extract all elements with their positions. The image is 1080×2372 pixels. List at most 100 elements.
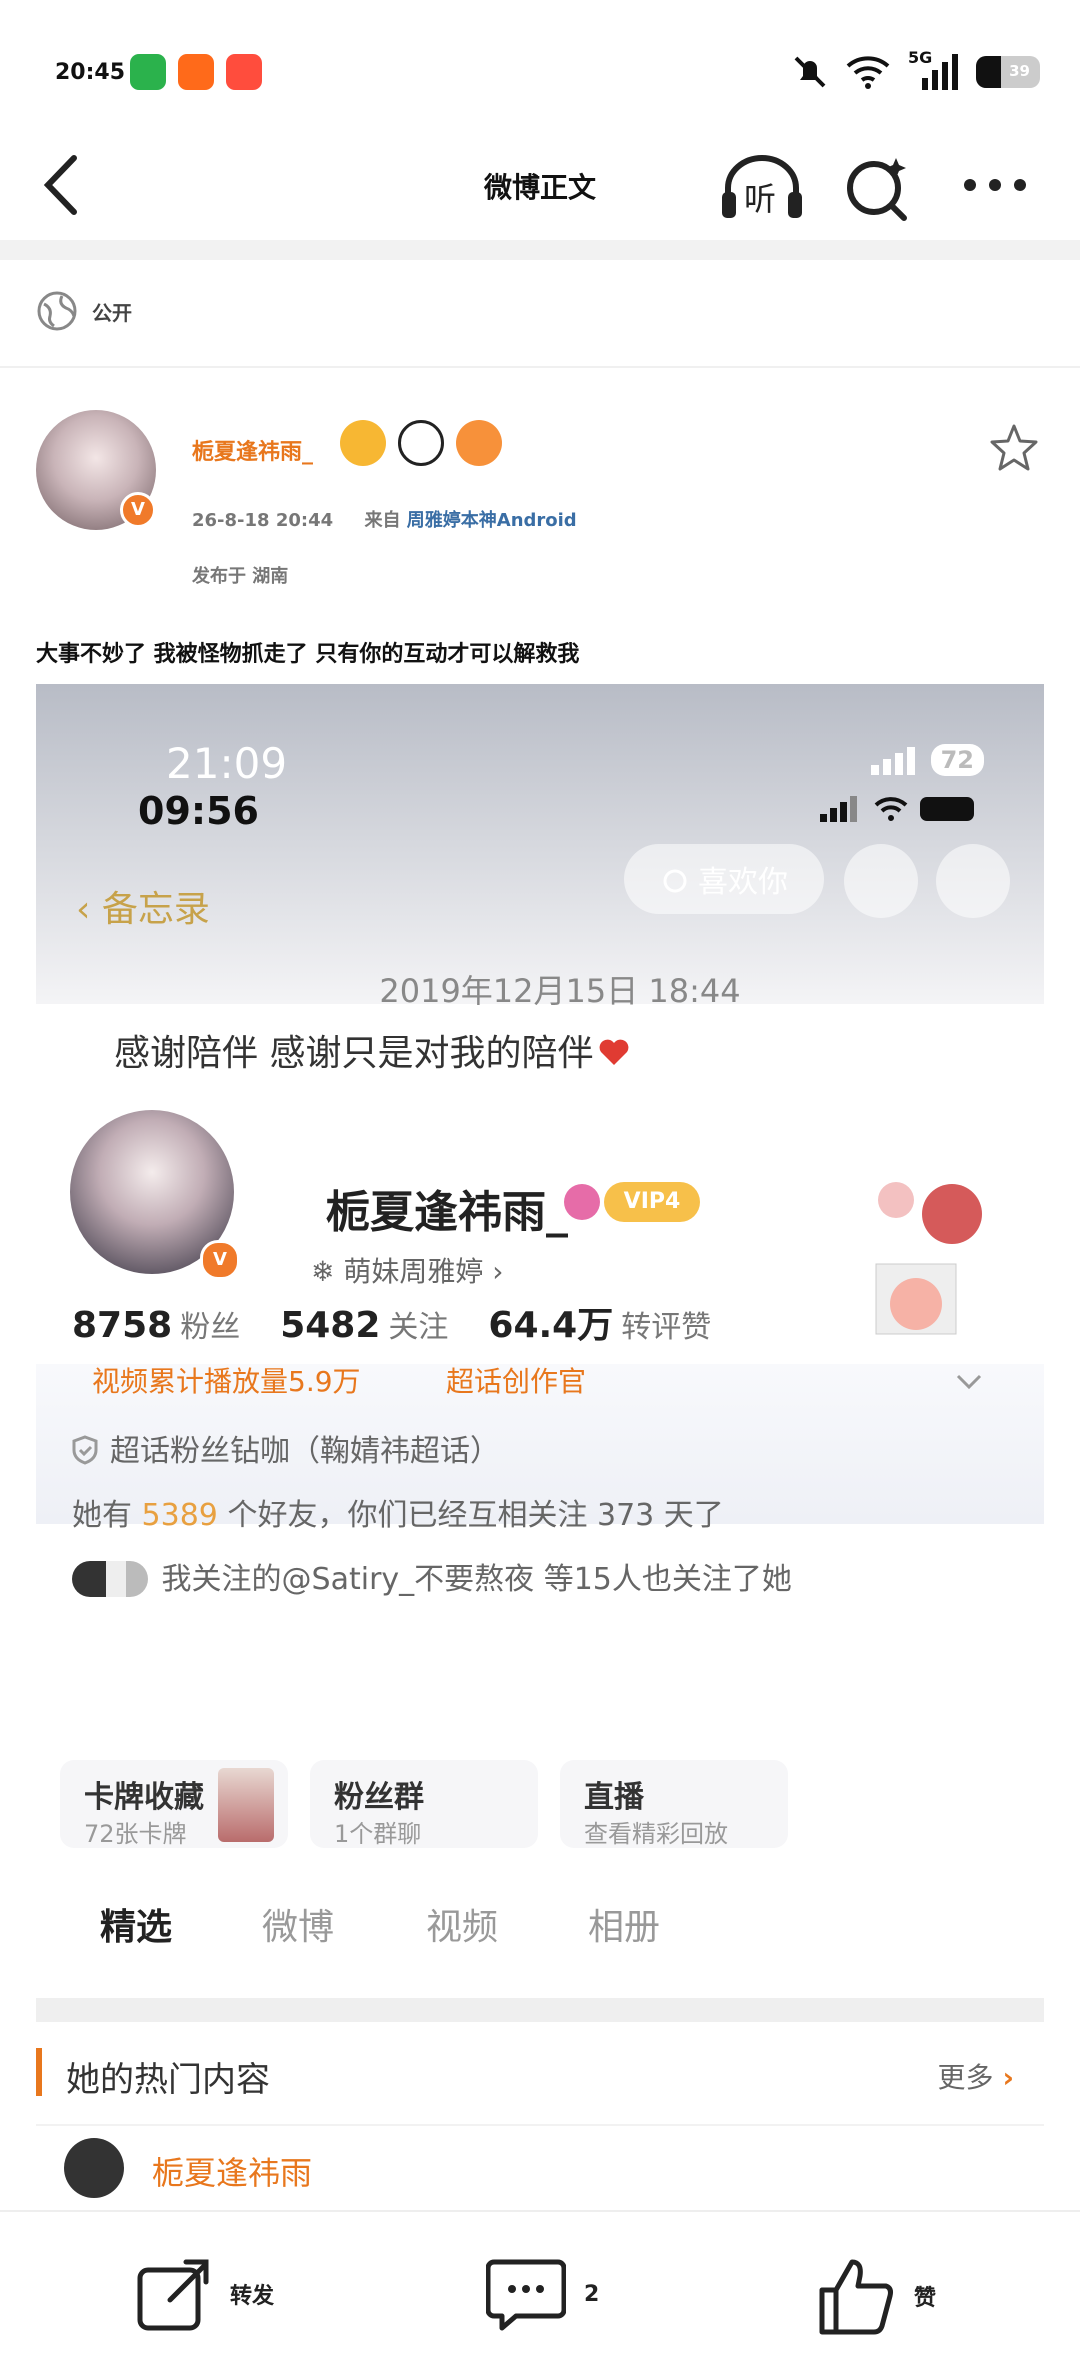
- chevron-right-icon: ›: [1002, 2061, 1014, 2094]
- embedded-time-bottom: 09:56: [138, 789, 259, 833]
- mutual-avatars: [72, 1561, 148, 1597]
- friends-suffix: 个好友，你们已经互相关注 373 天了: [227, 1498, 724, 1533]
- listen-label: 听: [744, 180, 777, 218]
- card-title: 直播: [584, 1780, 644, 1815]
- signal-5g-icon: 5G: [908, 48, 958, 92]
- memo-back-label: 备忘录: [101, 889, 210, 930]
- card-title: 粉丝群: [334, 1780, 424, 1815]
- section-divider: [36, 1998, 1044, 2022]
- mutual-row: 我关注的@Satiry_不要熬夜 等15人也关注了她: [72, 1554, 792, 1598]
- stat-following: 5482 关注: [280, 1302, 448, 1346]
- memo-back: ‹ 备忘录: [76, 889, 210, 930]
- stat-label: 转评赞: [621, 1310, 712, 1345]
- tab-weibo: 微博: [262, 1907, 335, 1948]
- like-label: 赞: [914, 2286, 937, 2311]
- fish-icon[interactable]: [456, 420, 502, 466]
- visibility-label: 公开: [92, 300, 132, 325]
- hot-more: 更多 ›: [938, 2056, 1014, 2096]
- wifi-icon: [874, 797, 908, 821]
- kuaishou-lite-icon: [226, 54, 262, 90]
- supertopic-label: 超话粉丝钻咖（鞠婧祎超话）: [110, 1434, 500, 1469]
- wifi-icon: [846, 56, 890, 89]
- profile-cards: 卡牌收藏 72张卡牌 粉丝群 1个群聊 直播 查看精彩回放: [60, 1760, 788, 1848]
- comment-count: 2: [584, 2281, 600, 2307]
- profile-tag: ❄ 萌妹周雅婷 ›: [311, 1255, 504, 1288]
- top-nav: 微博正文 听: [0, 130, 1080, 240]
- embedded-time-top: 21:09: [166, 739, 288, 788]
- author-avatar[interactable]: V: [36, 410, 156, 530]
- card-title: 卡牌收藏: [84, 1780, 204, 1815]
- comment-button[interactable]: 2: [486, 2256, 599, 2332]
- card-sub: 72张卡牌: [84, 1820, 187, 1848]
- listen-button[interactable]: 听: [720, 152, 804, 222]
- cake-decoration-icon: [875, 1182, 982, 1335]
- embedded-battery-pill: 72: [930, 744, 984, 776]
- action-bar: 转发 2 赞: [0, 2210, 1080, 2372]
- profile-avatar: V: [64, 1104, 240, 1280]
- mutual-label: 我关注的@Satiry_不要熬夜 等15人也关注了她: [161, 1562, 792, 1597]
- card-collection: 卡牌收藏 72张卡牌: [60, 1760, 288, 1848]
- stat-interactions: 64.4万 转评赞: [488, 1296, 711, 1348]
- hot-content-header: 她的热门内容 更多 ›: [36, 2044, 1044, 2100]
- embedded-status-bottom: [818, 796, 974, 822]
- next-author: 栀夏逢祎雨: [152, 2154, 313, 2192]
- card-sub: 1个群聊: [334, 1820, 422, 1848]
- hot-content-title: 她的热门内容: [66, 2060, 270, 2100]
- author-name[interactable]: 栀夏逢祎雨_: [192, 434, 313, 466]
- stat-label: 粉丝: [180, 1310, 241, 1345]
- status-icons: 5G 39: [792, 48, 1040, 92]
- hot-more-label: 更多: [937, 2061, 994, 2094]
- comment-icon: [486, 2259, 566, 2331]
- ai-search-icon[interactable]: [840, 152, 920, 222]
- author-badges: [340, 420, 502, 466]
- thumbs-up-icon: [819, 2259, 893, 2335]
- status-bar: 20:45 5G 39: [0, 0, 1080, 130]
- stat-fans: 8758 粉丝: [72, 1302, 240, 1346]
- post-source[interactable]: 周雅婷本神Android: [407, 510, 577, 531]
- search-icon: [844, 844, 918, 918]
- globe-icon: [37, 291, 77, 331]
- card-fan-group: 粉丝群 1个群聊: [310, 1760, 538, 1848]
- more-icon: [936, 844, 1010, 918]
- stat-label: 关注: [388, 1310, 449, 1345]
- favorite-star-icon[interactable]: [988, 422, 1040, 474]
- card-art: [218, 1768, 274, 1842]
- panda-icon[interactable]: [398, 420, 444, 466]
- signal-icon: [820, 796, 857, 822]
- repost-button[interactable]: 转发: [136, 2256, 274, 2332]
- shield-icon: [72, 1435, 98, 1465]
- memo-text: 感谢陪伴 感谢只是对我的陪伴: [114, 1024, 631, 1076]
- heart-icon: [600, 1039, 629, 1065]
- tab-featured: 精选: [100, 1907, 173, 1948]
- post-time: 26-8-18 20:44: [192, 510, 334, 531]
- kuaishou-icon: [178, 54, 214, 90]
- more-icon[interactable]: [960, 160, 1030, 210]
- friends-prefix: 她有: [72, 1498, 132, 1533]
- supertopic-row: 超话粉丝钻咖（鞠婧祎超话）: [72, 1426, 500, 1470]
- tab-video: 视频: [426, 1907, 499, 1948]
- hand-icon: [663, 869, 687, 893]
- divider: [0, 366, 1080, 368]
- gender-icon: [564, 1184, 600, 1220]
- tab-album: 相册: [588, 1907, 661, 1948]
- visibility-row: 公开: [36, 290, 132, 332]
- stat-value: 5482: [280, 1305, 381, 1346]
- profile-name: 栀夏逢祎雨_: [326, 1187, 568, 1238]
- like-button[interactable]: 赞: [816, 2256, 936, 2336]
- section-divider: [0, 240, 1080, 260]
- battery-icon: 39: [976, 56, 1040, 88]
- post-location: 发布于 湖南: [192, 566, 289, 587]
- chevron-down-icon: [956, 1374, 982, 1390]
- creator-title: 超话创作官: [446, 1365, 587, 1398]
- profile-tag-label: 萌妹周雅婷: [343, 1255, 484, 1288]
- embedded-status-top: 72: [869, 744, 984, 776]
- post-text: 大事不妙了 我被怪物抓走了 只有你的互动才可以解救我: [36, 642, 580, 667]
- wechat-icon: [130, 54, 166, 90]
- memo-date: 2019年12月15日 18:44: [379, 972, 741, 1010]
- divider: [36, 2124, 1044, 2126]
- crown-level-icon[interactable]: [340, 420, 386, 466]
- verified-badge-icon: V: [200, 1240, 240, 1280]
- post-image[interactable]: 21:09 09:56 72 ‹ 备忘录 喜欢你 2019年12月15日 18:…: [36, 684, 1044, 2204]
- card-sub: 查看精彩回放: [584, 1820, 728, 1848]
- accent-bar: [36, 2048, 42, 2096]
